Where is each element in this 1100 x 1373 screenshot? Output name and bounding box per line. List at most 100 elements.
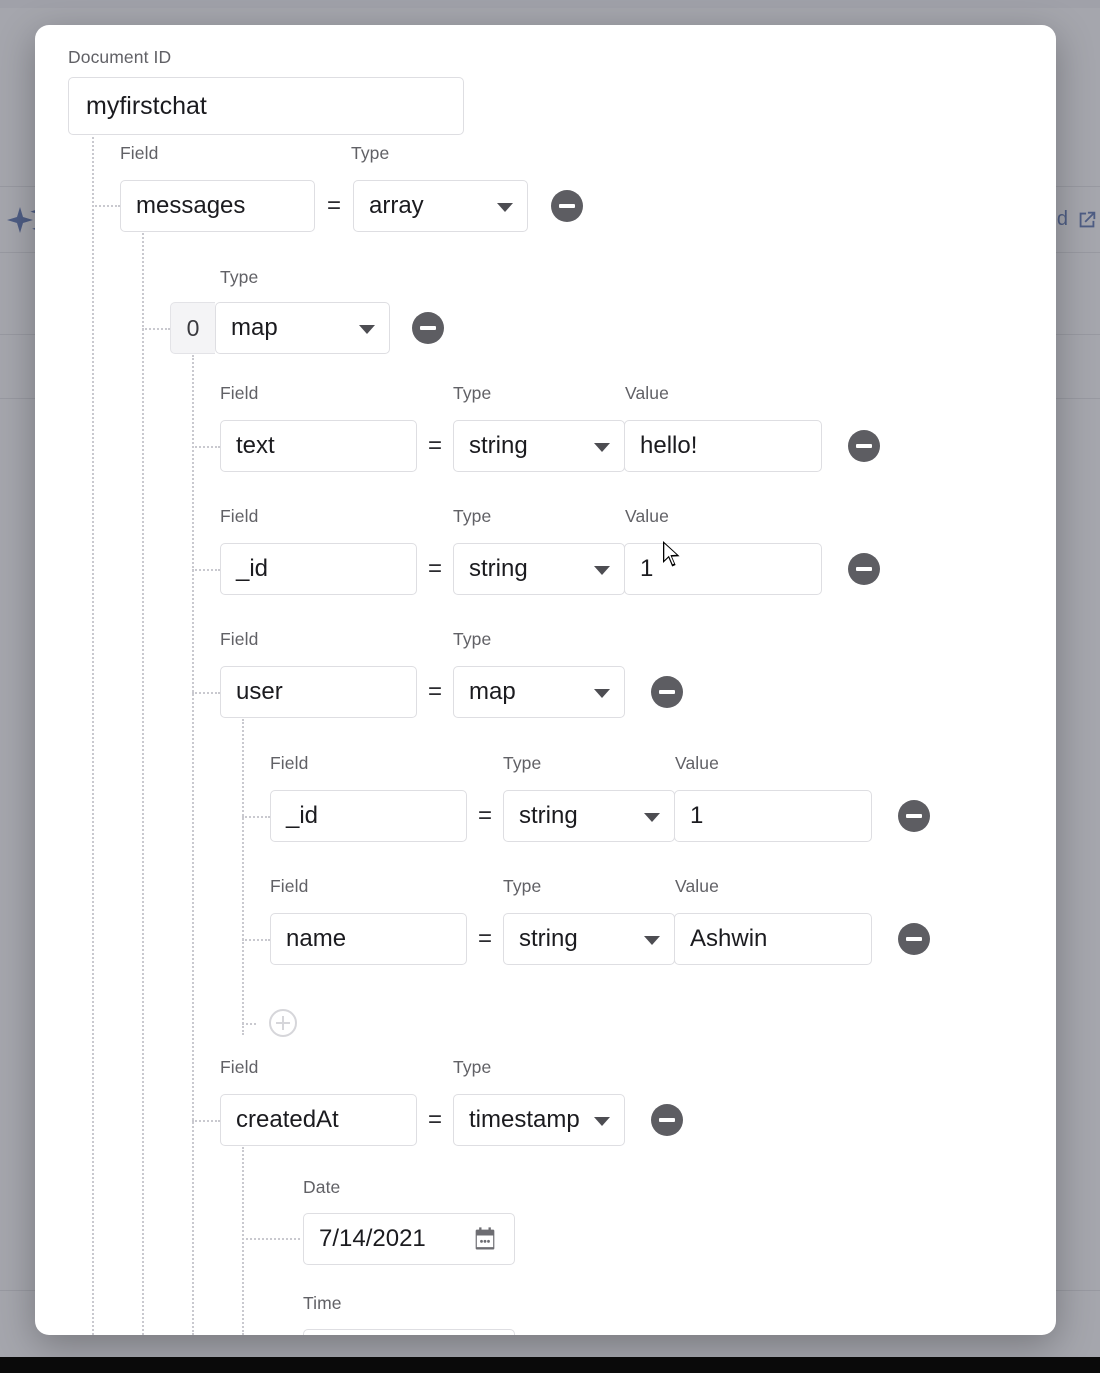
username-field-value: name — [286, 925, 347, 952]
text-field-input[interactable]: text — [220, 420, 417, 472]
username-value-input[interactable]: Ashwin — [674, 913, 872, 965]
username-field-input[interactable]: name — [270, 913, 467, 965]
screen-bottom-strip — [0, 1357, 1100, 1373]
user-field-input[interactable]: user — [220, 666, 417, 718]
minus-circle-icon — [856, 567, 872, 571]
minus-circle-icon — [906, 814, 922, 818]
tree-line-index0 — [192, 355, 194, 1335]
date-label: Date — [303, 1177, 341, 1197]
minus-circle-icon — [420, 326, 436, 330]
tree-line-createdat — [242, 1147, 244, 1335]
text-value-input[interactable]: hello! — [624, 420, 822, 472]
time-label: Time — [303, 1293, 342, 1313]
equals-sign: = — [477, 925, 492, 952]
tree-branch-createdat — [192, 1120, 220, 1122]
index0-type-select[interactable]: map — [215, 302, 390, 354]
msgid-value-label: Value — [625, 506, 669, 526]
chevron-down-icon — [594, 689, 610, 698]
userid-type-select[interactable]: string — [503, 790, 675, 842]
msgid-value-input[interactable]: 1 — [624, 543, 822, 595]
messages-field-value: messages — [136, 192, 246, 219]
minus-circle-icon — [659, 1118, 675, 1122]
text-type-label: Type — [453, 383, 492, 403]
messages-type-label: Type — [351, 143, 390, 163]
createdat-field-input[interactable]: createdAt — [220, 1094, 417, 1146]
text-field-label: Field — [220, 383, 259, 403]
equals-sign: = — [326, 192, 341, 219]
messages-type-select[interactable]: array — [353, 180, 528, 232]
createdat-field-value: createdAt — [236, 1106, 339, 1133]
messages-field-label: Field — [120, 143, 159, 163]
username-type-select[interactable]: string — [503, 913, 675, 965]
user-type-value: map — [469, 678, 516, 705]
text-value-label: Value — [625, 383, 669, 403]
remove-userid-button[interactable] — [898, 800, 930, 832]
createdat-field-label: Field — [220, 1057, 259, 1077]
remove-index0-button[interactable] — [412, 312, 444, 344]
edit-document-dialog: Document ID myfirstchat Field Type messa… — [35, 25, 1056, 1335]
remove-text-button[interactable] — [848, 430, 880, 462]
msgid-type-label: Type — [453, 506, 492, 526]
msgid-field-value: _id — [236, 555, 269, 582]
document-id-input[interactable]: myfirstchat — [68, 77, 464, 135]
remove-user-button[interactable] — [651, 676, 683, 708]
tree-branch-text — [192, 446, 220, 448]
tree-branch-date — [242, 1238, 300, 1240]
time-input[interactable] — [303, 1329, 515, 1335]
username-type-label: Type — [503, 876, 542, 896]
calendar-icon[interactable] — [471, 1225, 499, 1253]
tree-branch-userid — [242, 816, 270, 818]
createdat-type-select[interactable]: timestamp — [453, 1094, 625, 1146]
userid-field-label: Field — [270, 753, 309, 773]
index0-type-label: Type — [220, 267, 259, 287]
msgid-field-label: Field — [220, 506, 259, 526]
add-user-field-button[interactable] — [269, 1009, 297, 1037]
tree-branch-msgid — [192, 569, 220, 571]
tree-branch-user — [192, 692, 220, 694]
tree-branch-messages — [92, 205, 120, 207]
row-messages: messages = array — [120, 180, 583, 232]
index0-type-value: map — [231, 314, 278, 341]
chevron-down-icon — [644, 813, 660, 822]
date-input[interactable]: 7/14/2021 — [303, 1213, 515, 1265]
document-id-value: myfirstchat — [86, 91, 207, 120]
text-value-text: hello! — [640, 432, 698, 459]
userid-value-input[interactable]: 1 — [674, 790, 872, 842]
username-value-label: Value — [675, 876, 719, 896]
date-value: 7/14/2021 — [319, 1225, 426, 1252]
msgid-type-value: string — [469, 555, 528, 582]
row-user-id: _id = string 1 — [270, 790, 930, 842]
msgid-type-select[interactable]: string — [453, 543, 625, 595]
tree-branch-adduserfield — [242, 1023, 256, 1025]
tree-line-root — [92, 137, 94, 1335]
text-field-value: text — [236, 432, 275, 459]
user-type-label: Type — [453, 629, 492, 649]
text-type-value: string — [469, 432, 528, 459]
remove-username-button[interactable] — [898, 923, 930, 955]
userid-field-input[interactable]: _id — [270, 790, 467, 842]
msgid-field-input[interactable]: _id — [220, 543, 417, 595]
row-created-at: createdAt = timestamp — [220, 1094, 683, 1146]
minus-circle-icon — [559, 204, 575, 208]
tree-line-user — [242, 719, 244, 1035]
user-type-select[interactable]: map — [453, 666, 625, 718]
messages-type-value: array — [369, 192, 424, 219]
minus-circle-icon — [659, 690, 675, 694]
row-message-id: _id = string 1 — [220, 543, 880, 595]
chevron-down-icon — [359, 325, 375, 334]
chevron-down-icon — [594, 566, 610, 575]
text-type-select[interactable]: string — [453, 420, 625, 472]
username-type-value: string — [519, 925, 578, 952]
remove-messages-button[interactable] — [551, 190, 583, 222]
equals-sign: = — [477, 802, 492, 829]
user-field-label: Field — [220, 629, 259, 649]
equals-sign: = — [427, 555, 442, 582]
messages-field-input[interactable]: messages — [120, 180, 315, 232]
remove-msgid-button[interactable] — [848, 553, 880, 585]
minus-circle-icon — [906, 937, 922, 941]
tree-line-messages — [142, 233, 144, 1335]
equals-sign: = — [427, 432, 442, 459]
remove-createdat-button[interactable] — [651, 1104, 683, 1136]
tree-branch-username — [242, 939, 270, 941]
chevron-down-icon — [594, 1117, 610, 1126]
